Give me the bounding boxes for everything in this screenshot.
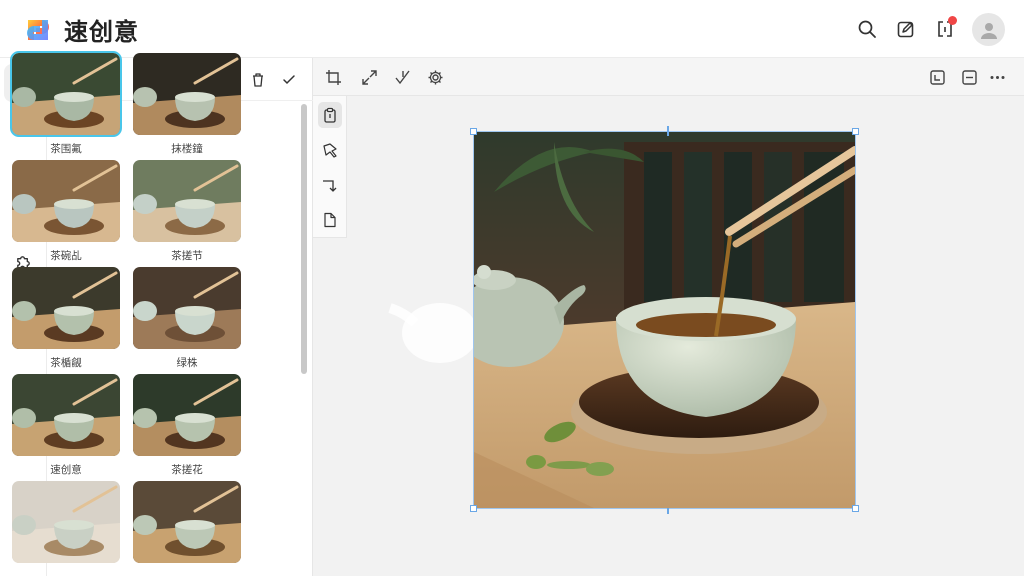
template-label: [133, 569, 241, 576]
template-thumbnail[interactable]: [12, 267, 120, 349]
delete-button[interactable]: [248, 70, 268, 90]
trash-icon: [253, 73, 263, 87]
template-card[interactable]: 抹楼鐘: [133, 53, 241, 155]
template-card[interactable]: 速创意: [12, 374, 120, 476]
template-label: [12, 569, 120, 576]
template-card[interactable]: [12, 481, 120, 576]
file-icon[interactable]: [318, 207, 342, 233]
check-icon: [283, 75, 295, 85]
resize-handle-bl[interactable]: [470, 505, 477, 512]
resize-handle-bottom[interactable]: [667, 508, 669, 514]
template-thumbnail[interactable]: [10, 51, 122, 137]
template-thumbnail[interactable]: [133, 481, 241, 563]
crop-icon[interactable]: [323, 67, 343, 87]
template-label: 绿株: [176, 357, 198, 369]
top-bar: 速创意: [0, 0, 1024, 58]
settings-gear-icon[interactable]: [425, 67, 445, 87]
canvas-toolbar: [313, 58, 1024, 96]
template-thumbnail[interactable]: [133, 374, 241, 456]
more-icon[interactable]: [987, 67, 1007, 87]
resize-handle-tl[interactable]: [470, 128, 477, 135]
corner-arrow-icon[interactable]: [318, 172, 342, 198]
clipboard-icon[interactable]: [318, 102, 342, 128]
template-thumbnail[interactable]: [133, 160, 241, 242]
resize-handle-top[interactable]: [667, 126, 669, 136]
template-label: 茶围氟: [50, 143, 82, 155]
check-arrow-icon[interactable]: [392, 67, 412, 87]
template-label: 茶搓花: [171, 464, 203, 476]
lasso-icon[interactable]: [318, 137, 342, 163]
confirm-button[interactable]: [279, 70, 299, 90]
tea-photo: [474, 132, 855, 508]
export-icon[interactable]: [933, 16, 957, 41]
edit-icon[interactable]: [894, 17, 918, 41]
template-label: 速创意: [50, 464, 82, 476]
template-card[interactable]: 茶围氟: [10, 51, 122, 155]
layers-icon[interactable]: [927, 67, 947, 87]
ghost-teapot-decoration: [380, 278, 480, 378]
template-label: 抹楼鐘: [171, 143, 203, 155]
template-thumbnail[interactable]: [12, 160, 120, 242]
panel-scrollbar[interactable]: [301, 104, 307, 374]
template-card[interactable]: 茶楯觎: [12, 267, 120, 369]
template-thumbnail[interactable]: [133, 53, 241, 135]
template-label: 茶搓节: [171, 250, 203, 262]
template-label: 茶碗乩: [50, 250, 82, 262]
resize-handle-tr[interactable]: [852, 128, 859, 135]
swirl-logo-icon[interactable]: [22, 14, 54, 46]
template-card[interactable]: 茶碗乩: [12, 160, 120, 262]
search-icon[interactable]: [855, 17, 879, 41]
template-card[interactable]: 茶搓节: [133, 160, 241, 262]
vertical-toolbar: [313, 96, 347, 238]
selected-image[interactable]: [470, 126, 859, 514]
template-thumbnail[interactable]: [12, 481, 120, 563]
panel-icon[interactable]: [959, 67, 979, 87]
template-label: 茶楯觎: [50, 357, 82, 369]
notification-dot: [948, 16, 957, 25]
expand-icon[interactable]: [359, 67, 379, 87]
template-card[interactable]: [133, 481, 241, 576]
template-card[interactable]: 茶搓花: [133, 374, 241, 476]
template-card[interactable]: 绿株: [133, 267, 241, 369]
resize-handle-br[interactable]: [852, 505, 859, 512]
app-name: 速创意: [64, 18, 139, 46]
avatar-icon[interactable]: [972, 13, 1005, 46]
template-thumbnail[interactable]: [133, 267, 241, 349]
template-thumbnail[interactable]: [12, 374, 120, 456]
